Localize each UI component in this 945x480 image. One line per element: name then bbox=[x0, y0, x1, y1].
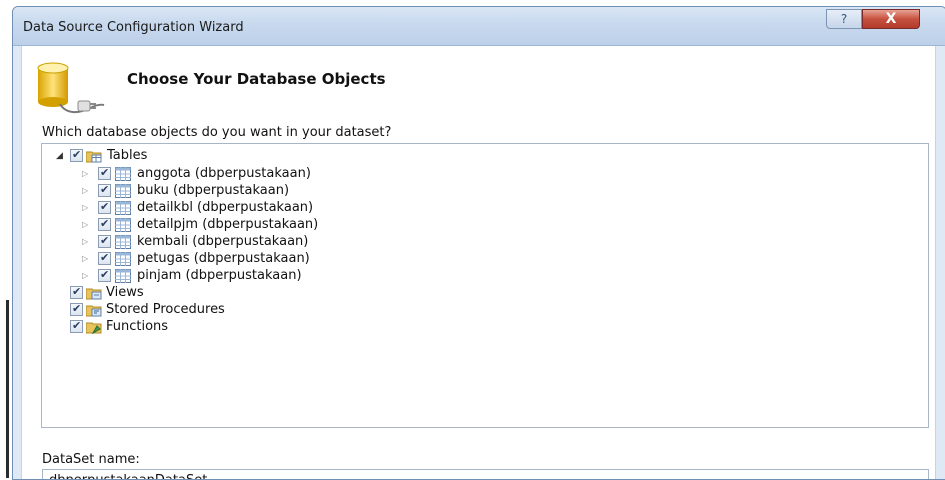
table-checkbox[interactable] bbox=[98, 234, 111, 248]
dataset-name-input[interactable]: dbperpustakaanDataSet bbox=[42, 469, 929, 479]
table-icon bbox=[115, 218, 131, 232]
stored-procedures-checkbox[interactable] bbox=[70, 302, 83, 316]
tables-folder-icon bbox=[86, 151, 102, 163]
table-checkbox[interactable] bbox=[98, 183, 111, 197]
expand-arrow-icon[interactable]: ▷ bbox=[82, 168, 92, 180]
expand-arrow-icon[interactable]: ▷ bbox=[82, 236, 92, 248]
table-checkbox[interactable] bbox=[98, 251, 111, 265]
wizard-window: Data Source Configuration Wizard ? X Cho… bbox=[12, 6, 945, 480]
table-icon bbox=[115, 201, 131, 215]
left-edge-strip bbox=[0, 0, 12, 478]
table-checkbox[interactable] bbox=[98, 200, 111, 214]
table-label: buku (dbperpustakaan) bbox=[137, 183, 290, 198]
table-icon bbox=[115, 167, 131, 181]
functions-folder-icon bbox=[86, 322, 102, 334]
table-label: pinjam (dbperpustakaan) bbox=[137, 268, 302, 283]
table-icon bbox=[115, 269, 131, 283]
table-label: detailpjm (dbperpustakaan) bbox=[137, 217, 319, 232]
window-title: Data Source Configuration Wizard bbox=[23, 20, 244, 35]
expand-arrow-icon[interactable]: ▷ bbox=[82, 202, 92, 214]
functions-label: Functions bbox=[106, 319, 169, 334]
table-icon bbox=[115, 252, 131, 266]
views-checkbox[interactable] bbox=[70, 285, 83, 299]
table-label: detailkbl (dbperpustakaan) bbox=[137, 200, 314, 215]
stored-procedures-folder-icon bbox=[86, 305, 102, 317]
views-label: Views bbox=[106, 285, 144, 300]
objects-prompt: Which database objects do you want in yo… bbox=[42, 125, 392, 140]
dataset-name-label: DataSet name: bbox=[42, 452, 140, 467]
tables-label: Tables bbox=[107, 148, 148, 163]
database-connection-icon bbox=[37, 62, 105, 114]
table-label: anggota (dbperpustakaan) bbox=[137, 166, 311, 181]
collapse-arrow-icon[interactable]: ◢ bbox=[56, 150, 66, 162]
close-button[interactable]: X bbox=[862, 9, 920, 29]
table-checkbox[interactable] bbox=[98, 166, 111, 180]
table-icon bbox=[115, 184, 131, 198]
help-icon: ? bbox=[840, 12, 848, 26]
views-folder-icon bbox=[86, 288, 102, 300]
table-icon bbox=[115, 235, 131, 249]
table-label: petugas (dbperpustakaan) bbox=[137, 251, 310, 266]
expand-arrow-icon[interactable]: ▷ bbox=[82, 219, 92, 231]
page-title: Choose Your Database Objects bbox=[127, 70, 386, 88]
database-objects-tree[interactable]: ◢ Tables ▷ anggota (dbperpustakaan) ▷ bbox=[41, 143, 929, 428]
table-label: kembali (dbperpustakaan) bbox=[137, 234, 309, 249]
expand-arrow-icon[interactable]: ▷ bbox=[82, 270, 92, 282]
table-checkbox[interactable] bbox=[98, 268, 111, 282]
table-checkbox[interactable] bbox=[98, 217, 111, 231]
help-button[interactable]: ? bbox=[826, 9, 862, 29]
expand-arrow-icon[interactable]: ▷ bbox=[82, 253, 92, 265]
left-edge-bar bbox=[6, 300, 9, 478]
tables-checkbox[interactable] bbox=[70, 148, 83, 162]
expand-arrow-icon[interactable]: ▷ bbox=[82, 185, 92, 197]
title-bar[interactable]: Data Source Configuration Wizard ? X bbox=[13, 7, 945, 46]
functions-checkbox[interactable] bbox=[70, 319, 83, 333]
close-icon: X bbox=[885, 11, 897, 27]
wizard-content: Choose Your Database Objects Which datab… bbox=[21, 46, 936, 479]
stored-procedures-label: Stored Procedures bbox=[106, 302, 225, 317]
